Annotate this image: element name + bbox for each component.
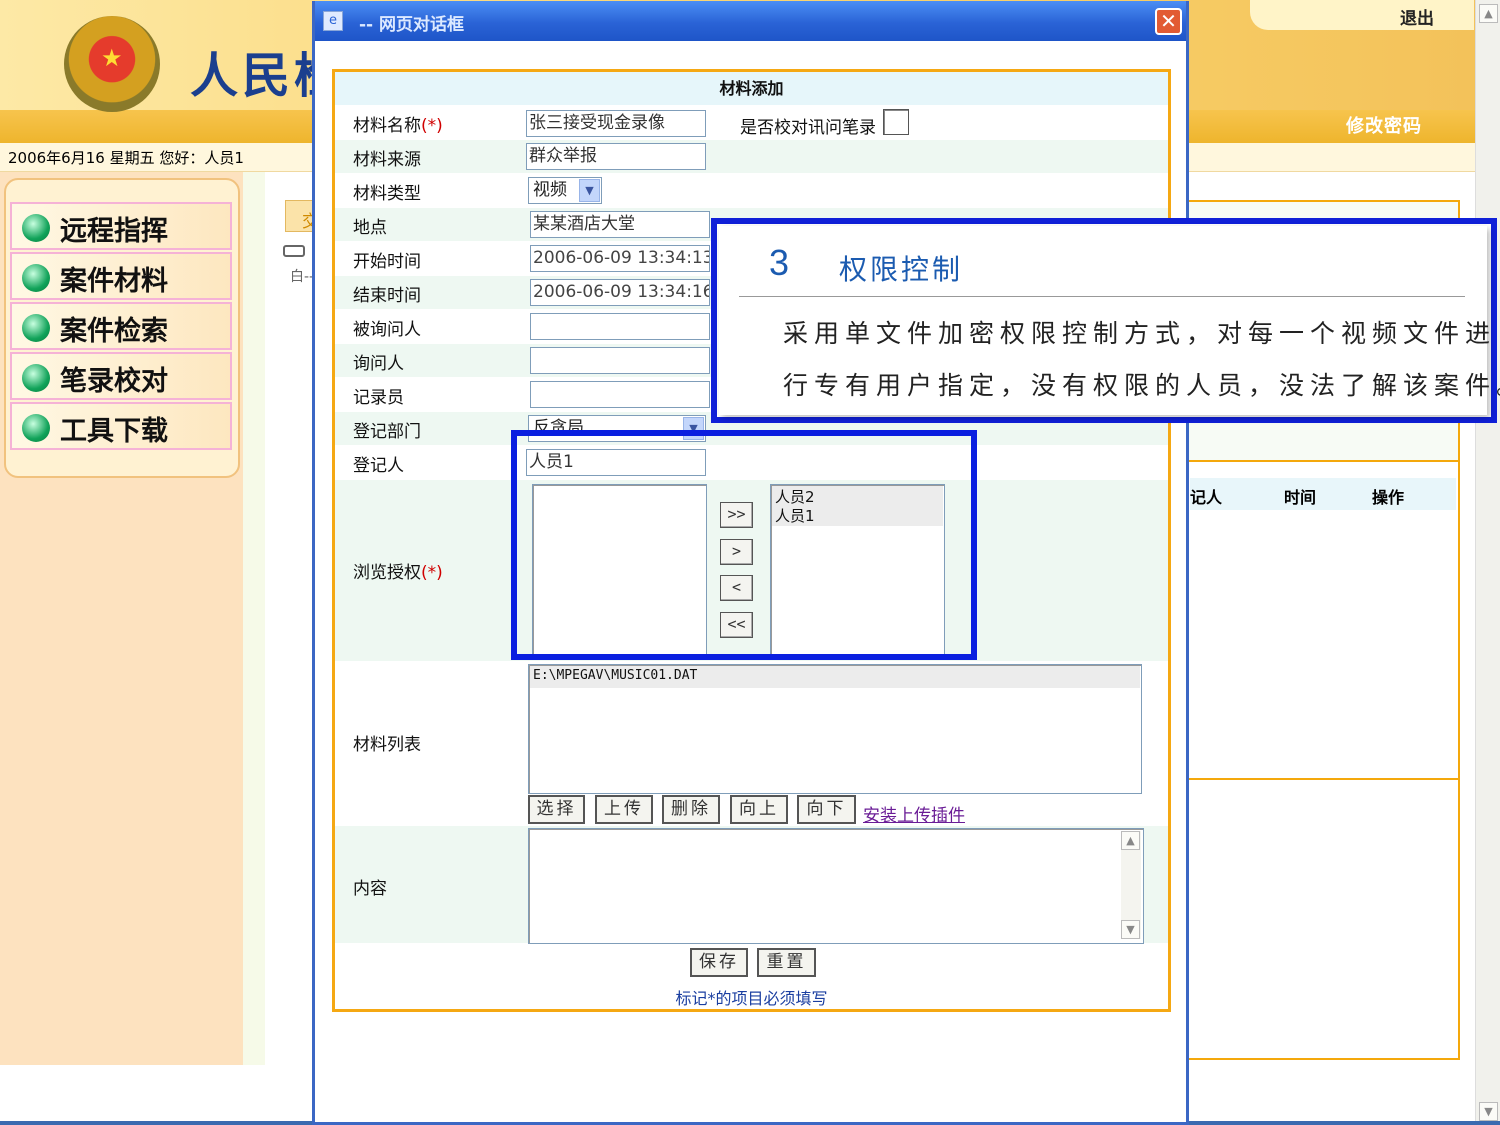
sidebar-item-label: 笔录校对 (60, 366, 168, 397)
scroll-down-icon[interactable]: ▼ (1121, 920, 1140, 939)
bullet-icon (22, 214, 50, 242)
sidebar-item-label: 案件检索 (60, 316, 168, 347)
dialog-title: -- 网页对话框 (359, 15, 465, 35)
chevron-down-icon[interactable]: ▼ (579, 179, 600, 202)
star-icon: ★ (101, 44, 123, 72)
delete-button[interactable]: 删除 (662, 795, 720, 824)
choose-file-button[interactable]: 选择 (528, 795, 585, 824)
interviewer-input[interactable] (530, 347, 710, 374)
registrant-label: 登记人 (353, 456, 404, 476)
highlight-box (511, 430, 977, 660)
select-value: 视频 (533, 180, 567, 200)
required-hint: 标记*的项目必须填写 (675, 989, 828, 1008)
logout-link[interactable]: 退出 (1400, 4, 1434, 29)
label-text: 材料名称 (353, 116, 421, 136)
sidebar-item-tool-download[interactable]: 工具下载 (10, 402, 232, 450)
material-list-label: 材料列表 (353, 735, 421, 755)
callout-divider (739, 296, 1465, 297)
dialog-titlebar[interactable]: e -- 网页对话框 ✕ (315, 1, 1186, 41)
ie-page-icon: e (323, 11, 343, 31)
end-time-input[interactable]: 2006-06-09 13:34:16 (530, 279, 710, 306)
callout-card: 3 权限控制 采用单文件加密权限控制方式，对每一个视频文件进 行专有用户指定，没… (719, 226, 1500, 415)
callout-number: 3 (769, 242, 790, 283)
callout-title: 权限控制 (839, 253, 964, 286)
material-name-input[interactable]: 张三接受现金录像 (526, 110, 706, 137)
scroll-up-icon[interactable]: ▲ (1121, 831, 1140, 850)
material-file-list[interactable]: E:\MPEGAV\MUSIC01.DAT (528, 664, 1142, 794)
tree-drive-icon[interactable] (283, 245, 305, 257)
proofread-checkbox[interactable] (883, 109, 909, 135)
bullet-icon (22, 264, 50, 292)
department-label: 登记部门 (353, 422, 421, 442)
table-header: 记人 时间 操作 (1190, 478, 1456, 510)
row-material-type: 材料类型 视频 ▼ (335, 174, 1168, 208)
interviewer-label: 询问人 (353, 354, 404, 374)
sidebar-item-remote-command[interactable]: 远程指挥 (10, 202, 232, 250)
feature-callout: 3 权限控制 采用单文件加密权限控制方式，对每一个视频文件进 行专有用户指定，没… (711, 218, 1500, 423)
interviewee-input[interactable] (530, 313, 710, 340)
material-source-label: 材料来源 (353, 150, 421, 170)
sidebar-item-label: 远程指挥 (60, 216, 168, 247)
content-textarea[interactable]: ▲ ▼ (528, 828, 1144, 944)
column-header-registrant: 记人 (1190, 488, 1223, 507)
browse-auth-label: 浏览授权(*) (353, 558, 443, 583)
scroll-down-icon[interactable]: ▼ (1479, 1102, 1498, 1121)
form-title: 材料添加 (335, 72, 1168, 105)
column-header-action: 操作 (1372, 488, 1405, 507)
row-material-source: 材料来源 群众举报 (335, 140, 1168, 174)
material-name-label: 材料名称(*) (353, 111, 443, 136)
material-type-select[interactable]: 视频 ▼ (528, 177, 602, 204)
required-mark: (*) (421, 563, 443, 583)
logout-area: 退出 (1250, 0, 1474, 30)
row-material-list: 材料列表 E:\MPEGAV\MUSIC01.DAT 选择 上传 删除 向上 向… (335, 662, 1168, 826)
change-password-link[interactable]: 修改密码 (1346, 112, 1422, 138)
row-material-name: 材料名称(*) 张三接受现金录像 是否校对讯问笔录 (335, 106, 1168, 140)
recorder-label: 记录员 (353, 388, 404, 408)
recorder-input[interactable] (530, 381, 710, 408)
page-scrollbar[interactable]: ▲ ▼ (1475, 0, 1500, 1125)
bullet-icon (22, 414, 50, 442)
label-text: 浏览授权 (353, 563, 421, 583)
bullet-icon (22, 364, 50, 392)
material-type-label: 材料类型 (353, 184, 421, 204)
bullet-icon (22, 314, 50, 342)
scroll-up-icon[interactable]: ▲ (1479, 4, 1498, 23)
list-item[interactable]: E:\MPEGAV\MUSIC01.DAT (533, 668, 697, 683)
sidebar-item-label: 案件材料 (60, 266, 168, 297)
national-emblem-logo: ★ (64, 16, 160, 112)
sidebar-item-case-materials[interactable]: 案件材料 (10, 252, 232, 300)
start-time-input[interactable]: 2006-06-09 13:34:13 (530, 245, 710, 272)
location-input[interactable]: 某某酒店大堂 (530, 211, 710, 238)
end-time-label: 结束时间 (353, 286, 421, 306)
material-source-input[interactable]: 群众举报 (526, 143, 706, 170)
proofread-label: 是否校对讯问笔录 (740, 118, 876, 138)
date-greeting: 2006年6月16 星期五 您好：人员1 (8, 149, 244, 167)
sidebar-item-label: 工具下载 (60, 416, 168, 447)
move-up-button[interactable]: 向上 (730, 795, 788, 824)
location-label: 地点 (353, 218, 387, 238)
close-icon[interactable]: ✕ (1155, 8, 1182, 35)
interviewee-label: 被询问人 (353, 320, 421, 340)
callout-text-line-1: 采用单文件加密权限控制方式，对每一个视频文件进 (783, 319, 1497, 348)
callout-text-line-2: 行专有用户指定，没有权限的人员，没法了解该案件。 (783, 371, 1500, 400)
main-tab[interactable]: 交 (285, 200, 319, 232)
required-mark: (*) (421, 116, 443, 136)
row-content: 内容 ▲ ▼ (335, 826, 1168, 944)
move-down-button[interactable]: 向下 (797, 795, 856, 824)
sidebar-item-case-search[interactable]: 案件检索 (10, 302, 232, 350)
textarea-scrollbar[interactable]: ▲ ▼ (1121, 831, 1141, 939)
upload-button[interactable]: 上传 (595, 795, 653, 824)
sidebar: 远程指挥 案件材料 案件检索 笔录校对 工具下载 (0, 172, 243, 1065)
save-button[interactable]: 保存 (690, 948, 748, 977)
column-header-time: 时间 (1284, 488, 1317, 507)
start-time-label: 开始时间 (353, 252, 421, 272)
content-label: 内容 (353, 879, 387, 899)
sidebar-item-record-proofread[interactable]: 笔录校对 (10, 352, 232, 400)
install-plugin-link[interactable]: 安装上传插件 (863, 801, 965, 826)
sidebar-nav: 远程指挥 案件材料 案件检索 笔录校对 工具下载 (4, 178, 240, 478)
right-panel-bottom (1187, 780, 1460, 1060)
reset-button[interactable]: 重置 (757, 948, 816, 977)
sidebar-gutter (243, 172, 265, 1065)
